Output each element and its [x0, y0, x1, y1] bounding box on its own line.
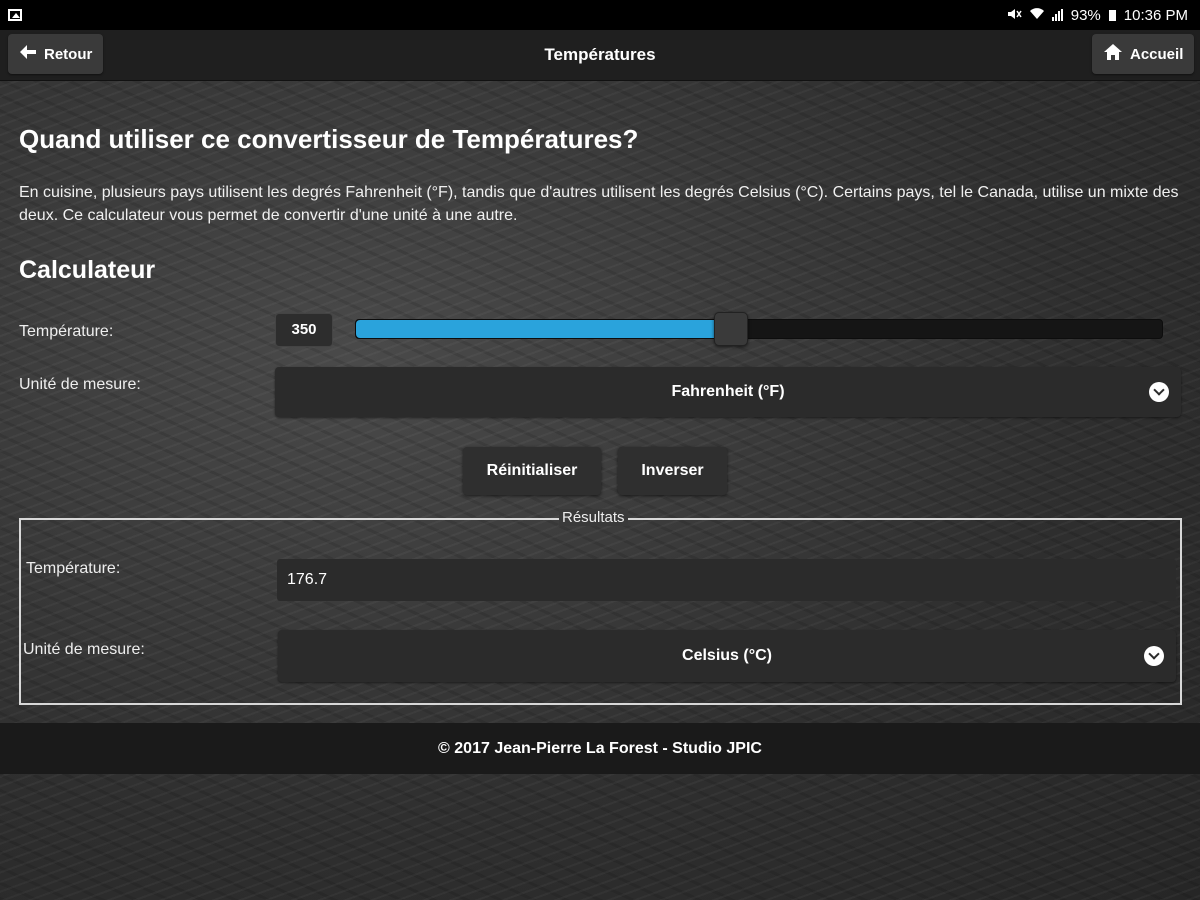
- battery-percent: 93%: [1070, 6, 1101, 24]
- unit-select[interactable]: Fahrenheit (°F): [275, 367, 1181, 417]
- result-temperature-field[interactable]: 176.7: [277, 559, 1176, 601]
- wifi-icon: [1029, 7, 1044, 24]
- home-button-label: Accueil: [1130, 45, 1184, 63]
- back-button[interactable]: Retour: [8, 34, 103, 74]
- result-unit-select[interactable]: Celsius (°C): [278, 630, 1176, 682]
- temperature-label: Température:: [19, 323, 114, 340]
- footer: © 2017 Jean-Pierre La Forest - Studio JP…: [0, 723, 1200, 774]
- invert-button[interactable]: Inverser: [618, 447, 727, 495]
- status-bar: 93% 10:36 PM: [0, 0, 1200, 30]
- intro-text: En cuisine, plusieurs pays utilisent les…: [19, 184, 1179, 224]
- image-icon: [8, 9, 22, 21]
- results-legend: Résultats: [559, 509, 628, 526]
- slider-fill: [356, 320, 731, 338]
- chevron-down-icon: [1144, 646, 1164, 666]
- home-button[interactable]: Accueil: [1092, 34, 1194, 74]
- result-temperature-label: Température:: [26, 560, 121, 577]
- unit-select-value: Fahrenheit (°F): [671, 383, 785, 400]
- chevron-down-icon: [1149, 382, 1169, 402]
- mute-icon: [1007, 7, 1022, 24]
- unit-label: Unité de mesure:: [19, 376, 141, 393]
- signal-icon: [1051, 9, 1063, 21]
- reset-button[interactable]: Réinitialiser: [463, 447, 601, 495]
- temperature-slider[interactable]: [355, 312, 1163, 346]
- result-unit-label: Unité de mesure:: [23, 641, 145, 658]
- result-unit-select-value: Celsius (°C): [682, 647, 772, 664]
- intro-heading: Quand utiliser ce convertisseur de Tempé…: [19, 124, 639, 154]
- clock: 10:36 PM: [1123, 6, 1188, 24]
- temperature-input[interactable]: 350: [275, 313, 333, 347]
- back-button-label: Retour: [44, 45, 93, 63]
- header-bar: Retour Températures Accueil: [0, 30, 1200, 81]
- slider-handle[interactable]: [713, 312, 748, 346]
- battery-icon: [1108, 9, 1116, 21]
- home-icon: [1104, 44, 1122, 64]
- arrow-left-icon: [20, 45, 36, 63]
- calculator-heading: Calculateur: [19, 256, 156, 284]
- page-title: Températures: [544, 45, 656, 64]
